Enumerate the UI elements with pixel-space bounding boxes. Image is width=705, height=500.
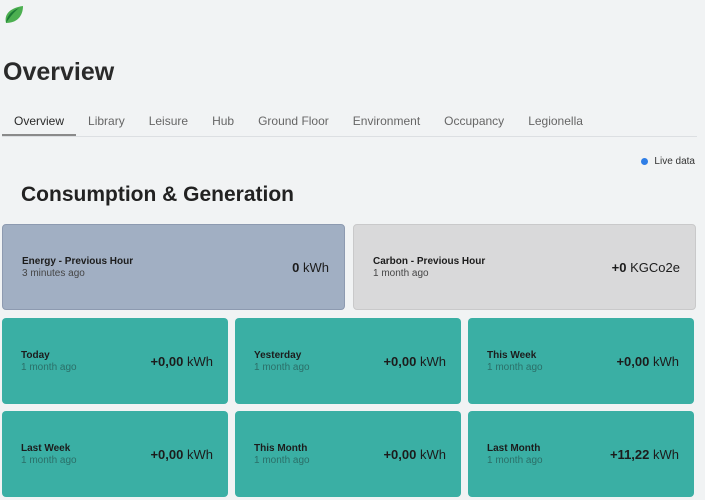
leaf-logo-icon[interactable] bbox=[3, 4, 25, 26]
card-value-number: 0 bbox=[292, 259, 300, 275]
card-value-number: +0,00 bbox=[150, 353, 184, 369]
card-label: This Month bbox=[254, 442, 308, 454]
card-timestamp: 1 month ago bbox=[373, 267, 429, 279]
live-dot-icon bbox=[641, 158, 649, 165]
card-timestamp: 1 month ago bbox=[254, 454, 310, 466]
card-timestamp: 1 month ago bbox=[254, 361, 310, 373]
card-value: +0,00 kWh bbox=[383, 354, 446, 369]
tab-legionella[interactable]: Legionella bbox=[516, 109, 595, 136]
card-timestamp: 1 month ago bbox=[487, 361, 543, 373]
tab-overview[interactable]: Overview bbox=[2, 109, 77, 136]
live-data-indicator: Live data bbox=[641, 156, 695, 167]
card-value-number: +0 bbox=[611, 259, 627, 275]
yesterday-card[interactable]: Yesterday 1 month ago +0,00 kWh bbox=[235, 318, 461, 404]
card-label: Yesterday bbox=[254, 349, 302, 361]
section-title: Consumption & Generation bbox=[21, 183, 294, 206]
live-data-label: Live data bbox=[654, 156, 695, 167]
card-label: Energy - Previous Hour bbox=[22, 255, 134, 267]
card-value: +11,22 kWh bbox=[610, 447, 679, 462]
card-value-number: +11,22 bbox=[609, 446, 650, 462]
today-card[interactable]: Today 1 month ago +0,00 kWh bbox=[2, 318, 228, 404]
card-value: +0,00 kWh bbox=[150, 447, 213, 462]
tab-environment[interactable]: Environment bbox=[341, 109, 432, 136]
card-value-unit: kWh bbox=[187, 353, 213, 369]
card-value-unit: KGCo2e bbox=[630, 259, 680, 275]
card-value-number: +0,00 bbox=[616, 353, 650, 369]
tab-bar: Overview Library Leisure Hub Ground Floo… bbox=[2, 109, 697, 137]
card-label: Last Week bbox=[21, 442, 71, 454]
card-value-number: +0,00 bbox=[383, 353, 417, 369]
tab-occupancy[interactable]: Occupancy bbox=[432, 109, 516, 136]
tab-hub[interactable]: Hub bbox=[200, 109, 246, 136]
page-title: Overview bbox=[3, 58, 115, 86]
card-value: +0,00 kWh bbox=[383, 447, 446, 462]
card-timestamp: 1 month ago bbox=[487, 454, 543, 466]
card-value: 0 kWh bbox=[292, 260, 329, 275]
card-value-unit: kWh bbox=[653, 446, 679, 462]
card-value: +0,00 kWh bbox=[150, 354, 213, 369]
this-month-card[interactable]: This Month 1 month ago +0,00 kWh bbox=[235, 411, 461, 497]
energy-previous-hour-card[interactable]: Energy - Previous Hour 3 minutes ago 0 k… bbox=[2, 224, 345, 310]
card-label: Last Month bbox=[487, 442, 541, 454]
last-month-card[interactable]: Last Month 1 month ago +11,22 kWh bbox=[468, 411, 694, 497]
this-week-card[interactable]: This Week 1 month ago +0,00 kWh bbox=[468, 318, 694, 404]
card-timestamp: 3 minutes ago bbox=[22, 267, 85, 279]
card-timestamp: 1 month ago bbox=[21, 361, 77, 373]
card-value-unit: kWh bbox=[303, 259, 329, 275]
card-label: This Week bbox=[487, 349, 537, 361]
card-value-number: +0,00 bbox=[150, 446, 184, 462]
last-week-card[interactable]: Last Week 1 month ago +0,00 kWh bbox=[2, 411, 228, 497]
card-label: Carbon - Previous Hour bbox=[373, 255, 486, 267]
page: Overview Overview Library Leisure Hub Gr… bbox=[0, 0, 705, 500]
tab-leisure[interactable]: Leisure bbox=[137, 109, 200, 136]
card-value-unit: kWh bbox=[420, 446, 446, 462]
card-value-unit: kWh bbox=[187, 446, 213, 462]
card-timestamp: 1 month ago bbox=[21, 454, 77, 466]
card-value: +0,00 kWh bbox=[616, 354, 679, 369]
tab-ground-floor[interactable]: Ground Floor bbox=[246, 109, 341, 136]
carbon-previous-hour-card[interactable]: Carbon - Previous Hour 1 month ago +0 KG… bbox=[353, 224, 696, 310]
card-label: Today bbox=[21, 349, 50, 361]
tab-library[interactable]: Library bbox=[76, 109, 137, 136]
card-value-unit: kWh bbox=[653, 353, 679, 369]
card-value-unit: kWh bbox=[420, 353, 446, 369]
card-value: +0 KGCo2e bbox=[612, 260, 680, 275]
card-value-number: +0,00 bbox=[383, 446, 417, 462]
